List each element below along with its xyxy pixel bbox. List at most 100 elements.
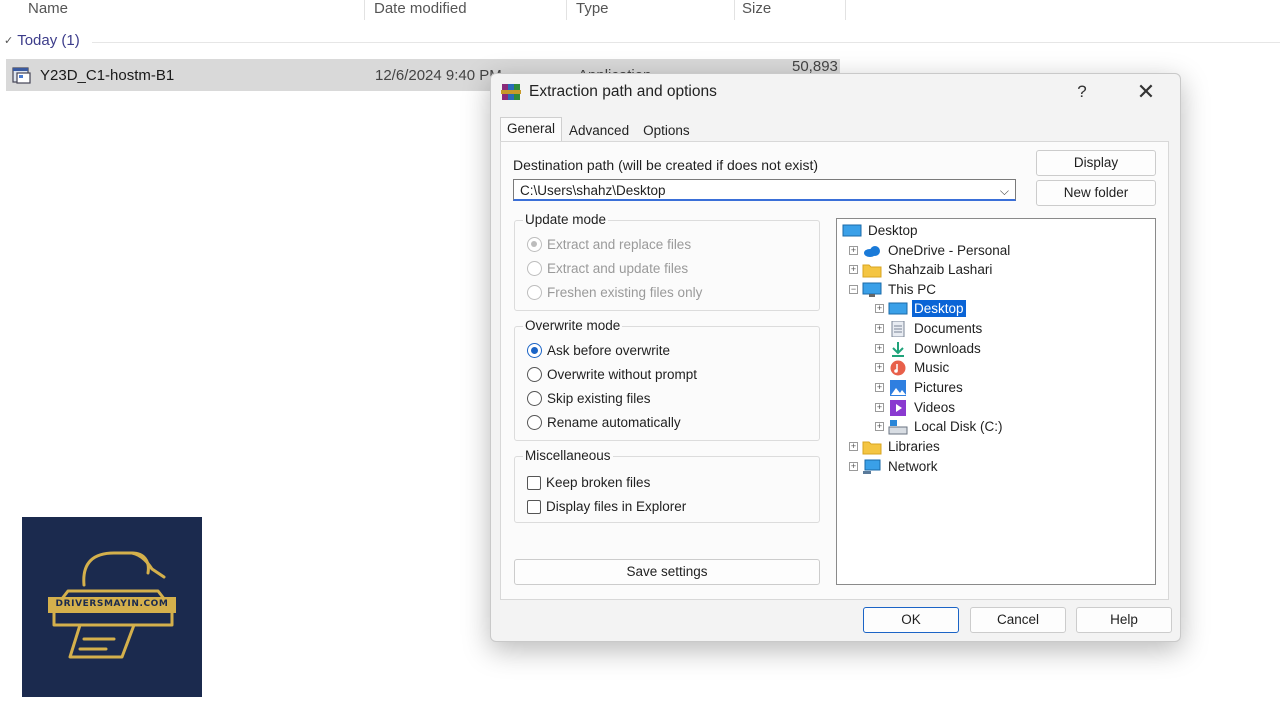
radio-label: Extract and update files (547, 261, 689, 276)
checkbox-keep-broken-files[interactable]: Keep broken files (527, 475, 650, 490)
expand-icon[interactable]: + (849, 246, 858, 255)
group-divider (92, 42, 1280, 43)
column-separator[interactable] (566, 0, 567, 20)
download-icon (892, 341, 904, 357)
column-separator[interactable] (364, 0, 365, 20)
network-icon (863, 459, 881, 474)
tab-advanced[interactable]: Advanced (562, 119, 636, 143)
tree-item-videos[interactable]: + Videos (875, 398, 957, 417)
tab-general[interactable]: General (500, 117, 563, 142)
radio-label: Skip existing files (547, 391, 651, 406)
tree-item-onedrive[interactable]: + OneDrive - Personal (849, 241, 1012, 260)
desktop-icon (888, 302, 908, 314)
pictures-icon (890, 379, 906, 396)
column-separator[interactable] (845, 0, 846, 20)
radio-rename-automatically[interactable]: Rename automatically (527, 415, 681, 430)
checkbox[interactable] (527, 475, 541, 490)
tree-item-label: Shahzaib Lashari (888, 262, 993, 277)
radio-freshen[interactable]: Freshen existing files only (527, 285, 702, 300)
ok-button[interactable]: OK (863, 607, 959, 633)
collapse-icon[interactable]: − (849, 285, 858, 294)
radio-extract-update[interactable]: Extract and update files (527, 261, 688, 276)
column-header-size[interactable]: Size (742, 0, 771, 20)
destination-path-value: C:\Users\shahz\Desktop (520, 183, 666, 198)
tree-item-music[interactable]: + Music (875, 358, 951, 377)
miscellaneous-title: Miscellaneous (523, 448, 613, 463)
radio-button[interactable] (527, 285, 542, 300)
tree-item-desktop-root[interactable]: Desktop (842, 221, 920, 240)
tree-item-label: Music (914, 360, 950, 375)
checkbox-label: Keep broken files (546, 475, 651, 490)
overwrite-mode-title: Overwrite mode (523, 318, 623, 333)
tree-item-label: OneDrive - Personal (888, 243, 1011, 258)
dialog-title: Extraction path and options (529, 83, 717, 100)
folder-icon (862, 264, 882, 277)
desktop-icon (842, 224, 862, 236)
radio-button[interactable] (527, 343, 542, 358)
checkbox[interactable] (527, 499, 541, 514)
close-icon[interactable]: ✕ (1131, 79, 1161, 105)
cancel-button[interactable]: Cancel (970, 607, 1066, 633)
tree-item-pictures[interactable]: + Pictures (875, 378, 965, 397)
expand-icon[interactable]: + (875, 324, 884, 333)
tree-item-desktop[interactable]: + Desktop (875, 299, 966, 318)
radio-skip-existing[interactable]: Skip existing files (527, 391, 651, 406)
column-header-name[interactable]: Name (28, 0, 68, 20)
overwrite-mode-group: Overwrite mode Ask before overwrite Over… (514, 318, 820, 441)
folder-tree[interactable]: Desktop + OneDrive - Personal + Shahzaib… (836, 218, 1156, 585)
update-mode-group: Update mode Extract and replace files Ex… (514, 212, 820, 311)
expand-icon[interactable]: + (875, 304, 884, 313)
expand-icon[interactable]: + (875, 422, 884, 431)
radio-button[interactable] (527, 237, 542, 252)
radio-overwrite-without-prompt[interactable]: Overwrite without prompt (527, 367, 697, 382)
radio-label: Rename automatically (547, 415, 681, 430)
expand-icon[interactable]: + (875, 344, 884, 353)
expand-icon[interactable]: + (849, 462, 858, 471)
tree-item-shahzaib-lashari[interactable]: + Shahzaib Lashari (849, 260, 994, 279)
radio-label: Freshen existing files only (547, 285, 703, 300)
expand-icon[interactable]: + (849, 442, 858, 451)
tree-item-label: Documents (914, 321, 983, 336)
radio-button[interactable] (527, 261, 542, 276)
column-separator[interactable] (734, 0, 735, 20)
expand-icon[interactable]: + (875, 403, 884, 412)
radio-ask-before-overwrite[interactable]: Ask before overwrite (527, 343, 670, 358)
miscellaneous-group: Miscellaneous Keep broken files Display … (514, 448, 820, 523)
column-header-date[interactable]: Date modified (374, 0, 467, 20)
file-date: 12/6/2024 9:40 PM (375, 66, 502, 84)
tree-item-this-pc[interactable]: − This PC (849, 280, 938, 299)
drive-icon (888, 419, 908, 434)
update-mode-title: Update mode (523, 212, 609, 227)
expand-icon[interactable]: + (875, 383, 884, 392)
application-icon (12, 67, 31, 84)
tree-item-label: Local Disk (C:) (914, 419, 1003, 434)
new-folder-button[interactable]: New folder (1036, 180, 1156, 206)
file-group-today[interactable]: ✓ Today (1) (4, 32, 80, 49)
tree-item-documents[interactable]: + Documents (875, 319, 984, 338)
expand-icon[interactable]: + (875, 363, 884, 372)
tab-options[interactable]: Options (636, 119, 697, 143)
column-header-type[interactable]: Type (576, 0, 609, 20)
tree-item-network[interactable]: + Network (849, 457, 940, 476)
tab-strip: General Advanced Options (500, 117, 697, 143)
tree-item-local-disk[interactable]: + Local Disk (C:) (875, 417, 1005, 436)
help-button[interactable]: Help (1076, 607, 1172, 633)
radio-button[interactable] (527, 415, 542, 430)
radio-button[interactable] (527, 391, 542, 406)
chevron-down-icon[interactable]: ⌵ (1000, 180, 1009, 202)
display-button[interactable]: Display (1036, 150, 1156, 176)
dialog-titlebar[interactable]: Extraction path and options ? ✕ (491, 74, 1180, 110)
destination-path-combobox[interactable]: C:\Users\shahz\Desktop ⌵ (513, 179, 1016, 201)
radio-extract-replace[interactable]: Extract and replace files (527, 237, 691, 252)
save-settings-button[interactable]: Save settings (514, 559, 820, 585)
group-label: Today (1) (17, 32, 80, 49)
help-icon[interactable]: ? (1069, 80, 1095, 104)
tree-item-libraries[interactable]: + Libraries (849, 437, 942, 456)
tree-item-downloads[interactable]: + Downloads (875, 339, 983, 358)
radio-label: Overwrite without prompt (547, 367, 698, 382)
tree-item-label: Desktop (912, 300, 966, 317)
checkbox-display-files-in-explorer[interactable]: Display files in Explorer (527, 499, 686, 514)
radio-button[interactable] (527, 367, 542, 382)
expand-icon[interactable]: + (849, 265, 858, 274)
music-icon (890, 360, 906, 375)
